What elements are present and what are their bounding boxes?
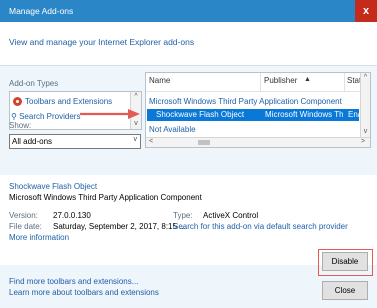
row-status: Enal — [348, 110, 360, 119]
addon-type-toolbars[interactable]: Toolbars and Extensions — [11, 96, 129, 108]
scroll-left-arrow-icon[interactable]: < — [146, 137, 156, 147]
addon-types-label: Add-on Types — [9, 79, 59, 88]
scroll-up-arrow-icon[interactable]: ^ — [131, 92, 141, 102]
close-window-button[interactable]: x — [355, 0, 377, 22]
scroll-down-arrow-icon[interactable]: v — [361, 127, 370, 137]
version-label: Version: — [9, 211, 38, 220]
sort-ascending-icon: ▲ — [304, 76, 311, 83]
search-providers-link[interactable]: ⚲ Search Providers — [11, 112, 80, 121]
annotation-highlight-box — [318, 249, 373, 276]
column-name[interactable]: Name — [149, 76, 170, 85]
type-value: ActiveX Control — [203, 211, 259, 220]
table-row-selected[interactable]: Shockwave Flash Object Microsoft Windows… — [147, 109, 360, 121]
toolbar-gear-icon — [13, 97, 22, 106]
scroll-down-arrow-icon[interactable]: v — [131, 119, 141, 129]
column-publisher[interactable]: Publisher — [264, 76, 297, 85]
annotation-arrow-icon — [80, 109, 140, 119]
find-more-link[interactable]: Find more toolbars and extensions... — [9, 277, 138, 286]
row-publisher: Microsoft Windows Third... — [265, 110, 343, 119]
close-button[interactable]: Close — [322, 281, 368, 300]
file-date-value: Saturday, September 2, 2017, 8:15 ... — [53, 222, 186, 231]
title-bar: Manage Add-ons x — [0, 0, 377, 22]
more-information-link[interactable]: More information — [9, 233, 69, 242]
list-header: Name Publisher ▲ Statu — [146, 73, 366, 92]
file-date-label: File date: — [9, 222, 42, 231]
detail-addon-name: Shockwave Flash Object — [9, 182, 98, 191]
show-dropdown[interactable]: All add-ons v — [9, 134, 141, 149]
type-label: Type: — [173, 211, 193, 220]
column-divider — [260, 73, 261, 91]
header: View and manage your Internet Explorer a… — [0, 22, 377, 65]
show-dropdown-value: All add-ons — [12, 137, 53, 146]
list-horizontal-scrollbar[interactable]: < > — [146, 137, 370, 147]
search-addon-link[interactable]: Search for this add-on via default searc… — [173, 222, 348, 231]
column-divider — [344, 73, 345, 91]
addon-type-label: Toolbars and Extensions — [25, 97, 113, 106]
version-value: 27.0.0.130 — [53, 211, 91, 220]
learn-more-link[interactable]: Learn more about toolbars and extensions — [9, 288, 159, 297]
table-row[interactable]: Not Available — [149, 125, 196, 134]
detail-publisher: Microsoft Windows Third Party Applicatio… — [9, 193, 202, 202]
chevron-down-icon: v — [133, 136, 138, 143]
scroll-right-arrow-icon[interactable]: > — [358, 137, 368, 147]
show-label: Show: — [9, 121, 32, 130]
window-title: Manage Add-ons — [9, 6, 74, 16]
row-name: Shockwave Flash Object — [156, 110, 245, 119]
scroll-up-arrow-icon[interactable]: ^ — [361, 73, 370, 83]
list-vertical-scrollbar[interactable]: ^ v — [360, 73, 370, 137]
scroll-thumb[interactable] — [198, 140, 210, 145]
search-icon: ⚲ — [11, 112, 17, 121]
header-description: View and manage your Internet Explorer a… — [9, 37, 195, 47]
group-header: Microsoft Windows Third Party Applicatio… — [149, 97, 342, 106]
addons-list: Name Publisher ▲ Statu Microsoft Windows… — [145, 72, 371, 148]
